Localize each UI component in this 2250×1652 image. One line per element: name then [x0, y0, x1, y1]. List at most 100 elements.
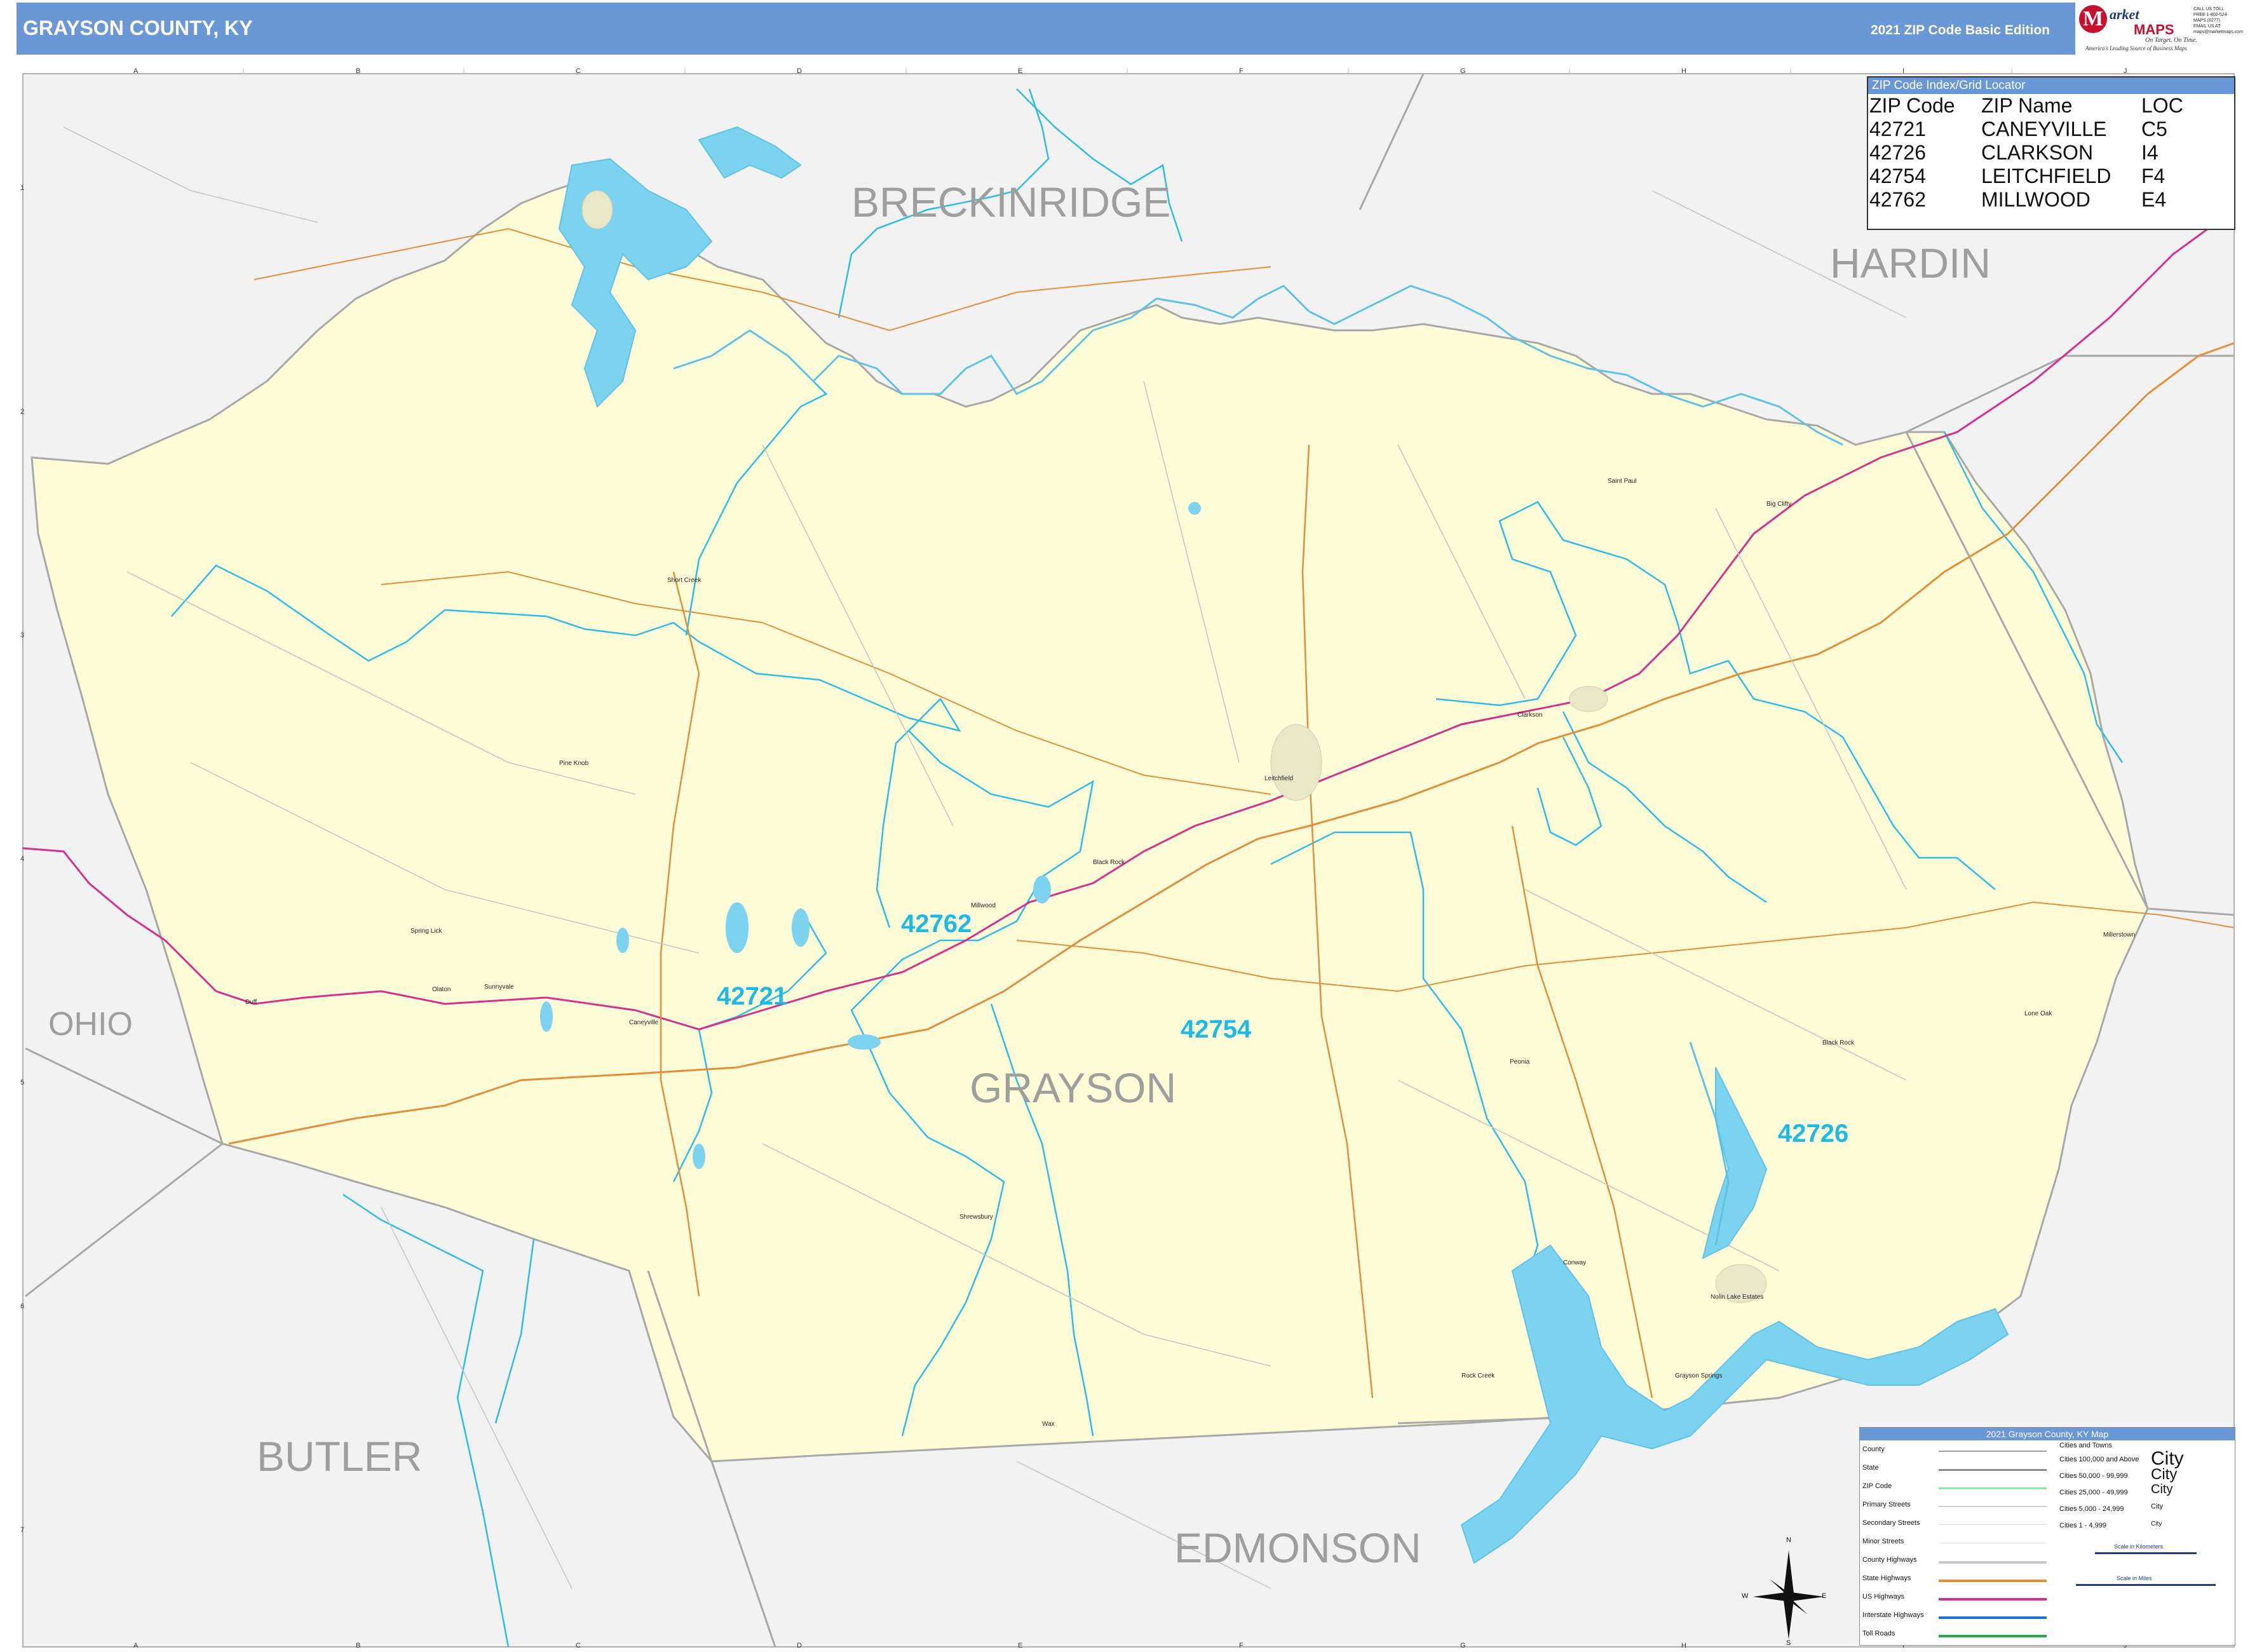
- legend-item-zip: ZIP Code: [1862, 1482, 1892, 1490]
- place-label: Duff: [245, 999, 257, 1006]
- county-label-ohio: OHIO: [48, 1006, 133, 1043]
- zip-code-cell: 42721: [1869, 118, 1926, 140]
- map-legend: 2021 Grayson County, KY Map County State…: [1859, 1427, 2235, 1646]
- legend-line-primary: [1939, 1506, 2047, 1507]
- place-label: Olaton: [432, 986, 451, 993]
- zip-index-box: ZIP Code Index/Grid Locator ZIP Code ZIP…: [1867, 76, 2235, 230]
- place-label: Black Rock: [1093, 859, 1125, 866]
- zip-loc-cell: E4: [2141, 188, 2167, 211]
- legend-item-minor: Minor Streets: [1862, 1538, 1904, 1545]
- legend-city-sample: City: [2151, 1466, 2178, 1483]
- place-label: Grayson Springs: [1675, 1372, 1723, 1379]
- legend-city-sample: City: [2151, 1503, 2163, 1510]
- zip-code-cell: 42726: [1869, 141, 1926, 164]
- place-label: Clarkson: [1517, 712, 1543, 719]
- compass-s: S: [1786, 1639, 1791, 1647]
- legend-line-state-hwy: [1939, 1580, 2047, 1582]
- grid-col-c: C: [576, 67, 581, 75]
- zip-name-cell: MILLWOOD: [1981, 188, 2091, 211]
- legend-line-county-hwy: [1939, 1561, 2047, 1564]
- legend-item-county: County: [1862, 1446, 1885, 1453]
- zip-index-col-header: ZIP Name: [1981, 94, 2073, 117]
- grid-row-5: 5: [20, 1079, 25, 1087]
- legend-city-class: Cities 5,000 - 24,999: [2059, 1505, 2124, 1513]
- grid-col-d: D: [797, 67, 802, 75]
- place-label: Rock Creek: [1461, 1372, 1495, 1379]
- legend-city-sample: City: [2151, 1482, 2173, 1496]
- zip-loc-cell: F4: [2141, 165, 2165, 187]
- grid-col-i: I: [1902, 67, 1905, 75]
- legend-scale-mi: [2076, 1584, 2216, 1586]
- compass-e: E: [1822, 1592, 1827, 1600]
- county-label-butler: BUTLER: [257, 1433, 423, 1480]
- legend-scale-mi-label: Scale in Miles: [2117, 1575, 2152, 1581]
- zip-label-42754[interactable]: 42754: [1181, 1015, 1251, 1044]
- grid-row-7: 7: [20, 1526, 25, 1534]
- zip-loc-cell: C5: [2141, 118, 2167, 140]
- legend-item-secondary: Secondary Streets: [1862, 1519, 1920, 1527]
- zip-name-cell: CLARKSON: [1981, 141, 2094, 164]
- zip-label-42721[interactable]: 42721: [717, 982, 787, 1011]
- legend-item-state-hwy: State Highways: [1862, 1574, 1911, 1582]
- grid-ticks: [243, 69, 2012, 74]
- legend-line-zip: [1939, 1487, 2047, 1489]
- county-label-hardin: HARDIN: [1830, 240, 1991, 287]
- place-label: Shrewsbury: [959, 1214, 993, 1221]
- grid-col-b-bottom: B: [356, 1642, 361, 1649]
- grid-col-a: A: [133, 67, 139, 75]
- compass-n: N: [1786, 1536, 1791, 1544]
- legend-cities-title: Cities and Towns: [2059, 1442, 2112, 1449]
- grid-row-2: 2: [20, 408, 25, 416]
- legend-city-class: Cities 100,000 and Above: [2059, 1456, 2139, 1463]
- legend-item-state: State: [1862, 1464, 1879, 1472]
- zip-index-row[interactable]: 42754 LEITCHFIELD F4: [1869, 165, 2187, 188]
- place-label: Nolin Lake Estates: [1711, 1294, 1764, 1301]
- zip-label-42762[interactable]: 42762: [901, 910, 972, 938]
- legend-city-class: Cities 25,000 - 49,999: [2059, 1489, 2128, 1496]
- legend-item-us-hwy: US Highways: [1862, 1593, 1905, 1601]
- county-label-edmonson: EDMONSON: [1174, 1524, 1421, 1571]
- place-label: Millerstown: [2103, 931, 2136, 938]
- legend-item-primary: Primary Streets: [1862, 1501, 1911, 1508]
- place-label: Big Clifty: [1766, 501, 1792, 508]
- place-label: Black Rock: [1822, 1039, 1855, 1046]
- legend-item-interstate: Interstate Highways: [1862, 1611, 1924, 1619]
- place-label: Pine Knob: [559, 760, 589, 767]
- grid-col-h-bottom: H: [1681, 1642, 1686, 1649]
- legend-city-class: Cities 1 - 4,999: [2059, 1522, 2106, 1529]
- compass-icon: [1753, 1550, 1824, 1639]
- legend-line-interstate: [1939, 1616, 2047, 1619]
- grid-col-d-bottom: D: [797, 1642, 802, 1649]
- zip-index-row[interactable]: 42762 MILLWOOD E4: [1869, 188, 2187, 212]
- grid-col-j: J: [2124, 67, 2127, 75]
- grid-col-b: B: [356, 67, 361, 75]
- compass-rose: N S E W: [1742, 1536, 1827, 1647]
- grid-col-h: H: [1681, 67, 1686, 75]
- zip-index-table: ZIP Code ZIP Name LOC 42721 CANEYVILLE C…: [1869, 94, 2187, 212]
- grid-col-c-bottom: C: [576, 1642, 581, 1649]
- grid-col-e: E: [1018, 67, 1023, 75]
- grid-col-a-bottom: A: [133, 1642, 139, 1649]
- zip-index-row[interactable]: 42721 CANEYVILLE C5: [1869, 118, 2187, 141]
- place-label: Spring Lick: [410, 928, 442, 935]
- legend-scale-km-label: Scale in Kilometers: [2114, 1543, 2164, 1550]
- zip-name-cell: CANEYVILLE: [1981, 118, 2107, 140]
- zip-name-cell: LEITCHFIELD: [1981, 165, 2111, 187]
- zip-code-cell: 42754: [1869, 165, 1926, 187]
- grid-row-1: 1: [20, 184, 25, 192]
- zip-index-title: ZIP Code Index/Grid Locator: [1868, 78, 2234, 94]
- grid-row-6: 6: [20, 1303, 25, 1310]
- zip-loc-cell: I4: [2141, 141, 2159, 164]
- zip-index-row[interactable]: 42726 CLARKSON I4: [1869, 141, 2187, 165]
- legend-line-us-hwy: [1939, 1598, 2047, 1601]
- zip-label-42726[interactable]: 42726: [1778, 1120, 1848, 1148]
- place-label: Caneyville: [629, 1019, 659, 1026]
- legend-scale-km: [2095, 1552, 2197, 1554]
- legend-city-sample: City: [2151, 1520, 2162, 1527]
- place-label: Millwood: [971, 902, 996, 909]
- grid-col-f-bottom: F: [1239, 1642, 1244, 1649]
- place-label: Wax: [1042, 1421, 1055, 1428]
- grid-col-f: F: [1239, 67, 1244, 75]
- place-label: Leitchfield: [1264, 775, 1294, 782]
- place-label: Short Creek: [667, 577, 701, 584]
